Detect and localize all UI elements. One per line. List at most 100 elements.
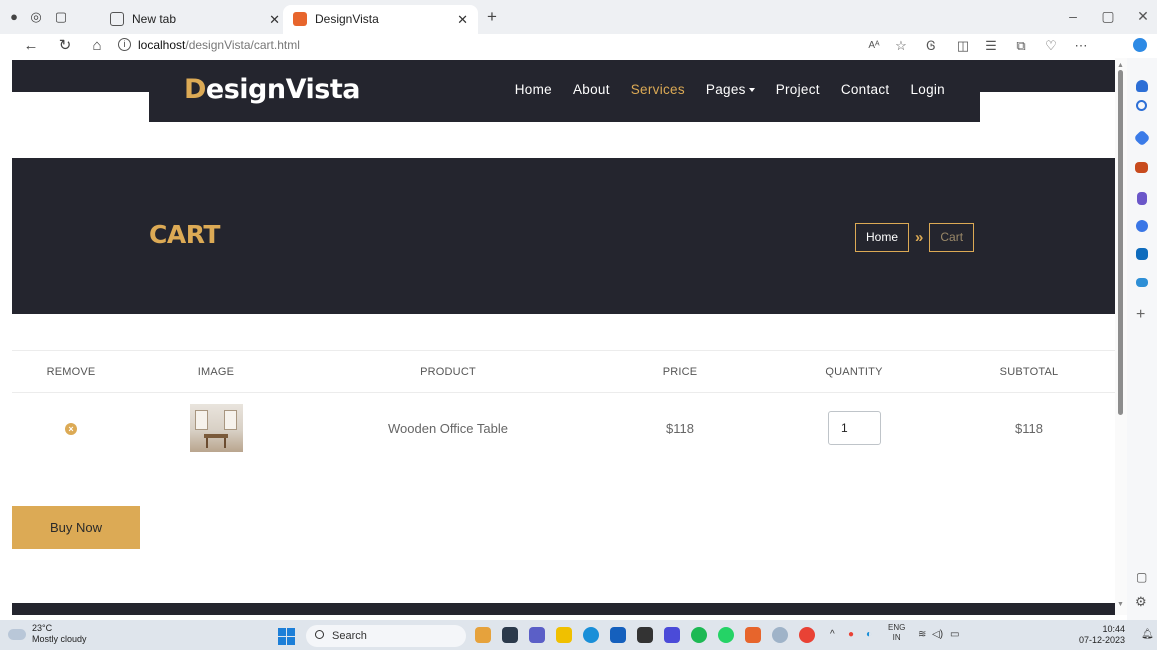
header-quantity: QUANTITY [825,366,883,378]
breadcrumb-home-link[interactable]: Home [855,223,910,252]
toolbox-icon[interactable] [1135,162,1148,173]
nav-services[interactable]: Services [631,82,685,97]
cloud-weather-icon [8,629,26,640]
tab-designvista[interactable]: DesignVista ✕ [283,5,478,34]
weather-widget[interactable]: 23°C Mostly cloudy [32,623,152,645]
sidebar-layout-icon[interactable]: ▢ [1136,570,1147,584]
nav-login[interactable]: Login [910,82,945,97]
header-product: PRODUCT [420,366,476,378]
header-image: IMAGE [197,366,235,378]
site-logo[interactable]: DesignVista [184,74,360,105]
quantity-input[interactable] [828,411,881,445]
tray-sync-icon[interactable]: ◐ [866,629,872,640]
add-sidebar-app-icon[interactable]: + [1136,306,1145,324]
clock-date: 07-12-2023 [1079,635,1126,645]
logo-first-letter: D [184,74,206,105]
app-store-icon[interactable] [610,627,626,643]
split-screen-icon[interactable]: ◫ [955,38,971,54]
taskbar-search[interactable]: Search [306,625,466,647]
browser-essentials-icon[interactable]: ♡ [1043,38,1059,54]
battery-icon[interactable]: ▭ [950,629,959,640]
outlook-icon[interactable] [1136,248,1148,260]
restore-icon[interactable]: ▢ [1098,8,1118,25]
nav-project[interactable]: Project [776,82,820,97]
scroll-down-icon[interactable]: ▼ [1117,601,1124,608]
site-navbar: DesignVista Home About Services Pages Pr… [149,60,980,122]
wifi-icon[interactable]: ≋ [918,629,926,640]
system-clock[interactable]: 10:44 07-12-2023 [1079,624,1125,646]
app-taskview-icon[interactable] [502,627,518,643]
breadcrumb-current: Cart [929,223,975,252]
page-scrollbar[interactable]: ▲ ▼ [1115,58,1127,615]
product-subtotal: $118 [1015,421,1043,436]
app-chrome-icon[interactable] [799,627,815,643]
search-sidebar-icon[interactable] [1136,100,1147,111]
collections-icon[interactable]: ⧉ [1013,38,1029,54]
close-tab-icon[interactable]: ✕ [269,5,280,34]
drop-icon[interactable] [1136,278,1148,287]
language-indicator[interactable]: ENG IN [888,623,905,643]
product-name[interactable]: Wooden Office Table [388,421,508,436]
read-aloud-icon[interactable]: Aᴬ [866,38,882,54]
new-tab-icon [110,12,124,26]
page-title: CART [149,220,220,249]
app-edge-icon[interactable] [583,627,599,643]
remove-item-icon[interactable]: × [65,423,77,435]
app-teams-icon[interactable] [529,627,545,643]
buy-now-button[interactable]: Buy Now [12,506,140,549]
app-visualstudio-icon[interactable] [664,627,680,643]
app-whatsapp-icon[interactable] [718,627,734,643]
page-viewport: DesignVista Home About Services Pages Pr… [12,58,1115,615]
site-favicon-icon [293,12,307,26]
minimize-icon[interactable]: – [1063,8,1083,24]
volume-icon[interactable]: ◁) [932,629,943,640]
favorites-icon[interactable]: ☰ [983,38,999,54]
shopping-tag-icon[interactable] [1133,129,1151,147]
favorite-star-icon[interactable]: ☆ [893,38,909,54]
notification-bell-icon[interactable] [1136,80,1148,92]
microsoft365-icon[interactable] [1136,220,1148,232]
nav-home[interactable]: Home [515,82,552,97]
app-github-icon[interactable] [637,627,653,643]
close-window-icon[interactable]: ✕ [1133,8,1153,25]
main-menu: Home About Services Pages Project Contac… [515,82,945,97]
back-icon[interactable]: ← [22,37,40,55]
tab-title: DesignVista [315,12,379,26]
app-copilot-icon[interactable] [475,627,491,643]
close-tab-icon[interactable]: ✕ [457,5,468,34]
url-field[interactable]: localhost/designVista/cart.html [138,38,300,52]
nav-about[interactable]: About [573,82,610,97]
games-icon[interactable] [1137,192,1147,205]
clock-time: 10:44 [1102,624,1126,634]
app-file-explorer-icon[interactable] [556,627,572,643]
copilot-icon[interactable] [1133,38,1147,52]
search-icon [315,630,324,639]
nav-contact[interactable]: Contact [841,82,890,97]
settings-gear-icon[interactable]: ⚙ [1135,594,1147,610]
cart-table-header: REMOVE IMAGE PRODUCT PRICE QUANTITY SUBT… [12,350,1115,393]
new-tab-button[interactable]: + [484,8,500,25]
scroll-up-icon[interactable]: ▲ [1117,62,1124,69]
app-xampp-icon[interactable] [745,627,761,643]
address-bar: ← ↻ ⌂ i localhost/designVista/cart.html … [0,34,1157,58]
tray-chrome-icon[interactable]: ● [848,629,854,640]
tab-actions-icon[interactable]: ▢ [53,9,69,25]
tray-chevron-up-icon[interactable]: ^ [830,629,835,640]
more-menu-icon[interactable]: ⋯ [1073,38,1089,54]
header-price: PRICE [662,366,698,378]
scroll-thumb[interactable] [1118,70,1123,415]
extension-icon[interactable]: Ꮆ [923,38,939,54]
weather-condition: Mostly cloudy [32,634,87,644]
home-icon[interactable]: ⌂ [88,37,106,55]
app-search-tool-icon[interactable] [772,627,788,643]
windows-start-icon[interactable] [278,628,295,645]
app-spotify-icon[interactable] [691,627,707,643]
windows-taskbar: 23°C Mostly cloudy Search ^ ● ◐ ENG IN ≋… [0,620,1157,650]
workspaces-icon[interactable]: ◎ [28,9,44,25]
nav-pages-dropdown[interactable]: Pages [706,82,755,97]
tab-new-tab[interactable]: New tab ✕ [110,5,290,34]
notifications-bell-icon[interactable]: 🔔︎ [1141,629,1154,640]
profile-icon[interactable]: ● [6,9,22,25]
site-info-icon[interactable]: i [118,38,131,51]
refresh-icon[interactable]: ↻ [56,37,74,55]
